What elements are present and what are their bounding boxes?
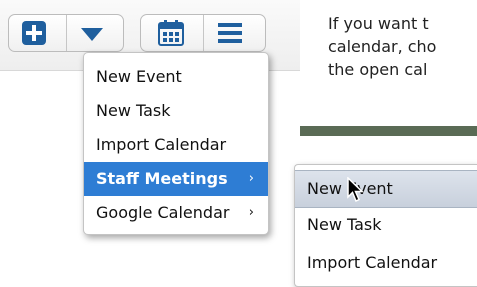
hamburger-icon[interactable] <box>218 22 242 44</box>
submenu-item-new-event[interactable]: New Event <box>295 170 477 208</box>
submenu-item-new-task[interactable]: New Task <box>295 208 477 242</box>
chevron-right-icon: › <box>248 171 254 186</box>
menu-item-label: New Task <box>307 215 382 234</box>
menu-item-label: Google Calendar <box>96 203 230 222</box>
help-text: If you want t calendar, cho the open cal <box>328 12 477 81</box>
menu-item-label: New Task <box>96 101 171 120</box>
divider <box>66 15 67 51</box>
plus-icon[interactable] <box>22 21 46 45</box>
add-dropdown-menu: New Event New Task Import Calendar Staff… <box>83 52 269 235</box>
menu-item-new-task[interactable]: New Task <box>84 94 268 128</box>
help-text-line: If you want t <box>328 14 429 33</box>
submenu-item-import-calendar[interactable]: Import Calendar <box>295 246 477 280</box>
menu-item-new-event[interactable]: New Event <box>84 60 268 94</box>
divider <box>203 15 204 51</box>
caret-down-icon[interactable] <box>81 28 103 41</box>
chevron-right-icon: › <box>248 205 254 220</box>
menu-item-label: Staff Meetings <box>96 169 228 188</box>
help-text-line: the open cal <box>328 60 428 79</box>
menu-item-label: Import Calendar <box>96 135 227 154</box>
calendar-icon[interactable] <box>158 20 184 46</box>
menu-item-label: Import Calendar <box>307 253 438 272</box>
menu-item-label: New Event <box>96 67 182 86</box>
menu-item-google-calendar[interactable]: Google Calendar › <box>84 196 268 230</box>
menu-item-staff-meetings[interactable]: Staff Meetings › <box>84 162 268 196</box>
menu-item-import-calendar[interactable]: Import Calendar <box>84 128 268 162</box>
help-text-line: calendar, cho <box>328 37 437 56</box>
staff-meetings-submenu: New Event New Task Import Calendar <box>294 164 477 287</box>
mouse-pointer-icon <box>347 177 364 203</box>
background-calendar-strip <box>300 126 477 136</box>
